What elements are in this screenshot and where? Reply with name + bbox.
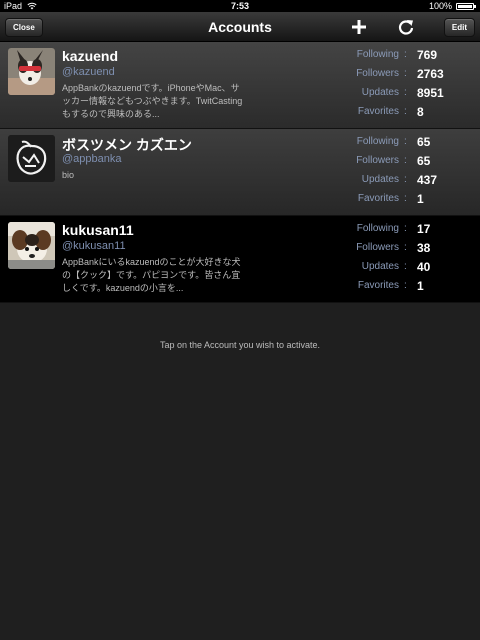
stat-label: Followers [356,68,399,79]
account-row[interactable]: kazuend @kazuend AppBankのkazuendです。iPhon… [0,42,480,129]
activation-hint: Tap on the Account you wish to activate. [159,340,321,350]
stat-value: 2763 [417,67,444,81]
stat-favorites: Favorites : 1 [340,277,470,295]
stat-following: Following : 65 [340,133,470,151]
stat-value: 1 [417,279,424,293]
stat-followers: Followers : 65 [340,152,470,170]
stat-updates: Updates : 40 [340,258,470,276]
account-name: kukusan11 [62,222,134,238]
avatar [8,222,55,269]
stat-label: Followers [356,242,399,253]
account-name: kazuend [62,48,119,64]
avatar [8,48,55,95]
stat-separator: : [404,193,407,204]
stat-followers: Followers : 38 [340,239,470,257]
stat-value: 65 [417,135,431,149]
stat-value: 1 [417,192,424,206]
stat-value: 769 [417,48,438,62]
battery-percent: 100% [428,1,452,11]
stat-label: Following [356,223,399,234]
account-handle: @kukusan11 [62,240,126,252]
stat-separator: : [404,136,407,147]
clock: 7:53 [230,1,249,11]
stat-value: 437 [417,173,438,187]
stat-label: Favorites [357,106,399,117]
stat-separator: : [404,223,407,234]
account-row[interactable]: kukusan11 @kukusan11 AppBankにいるkazuendのこ… [0,216,480,303]
account-bio: AppBankのkazuendです。iPhoneやMac、サッカー情報などもつぶ… [62,83,243,119]
stat-value: 65 [417,154,431,168]
stat-favorites: Favorites : 8 [340,103,470,121]
stat-following: Following : 769 [340,46,470,64]
avatar [8,135,55,182]
edit-button[interactable]: Edit [443,18,475,37]
stat-label: Favorites [357,280,399,291]
stat-label: Following [356,136,399,147]
stat-value: 17 [417,222,431,236]
stat-value: 40 [417,260,431,274]
account-row[interactable]: ボスツメン カズエン @appbanka bio Following : 65 … [0,129,480,216]
stat-value: 8 [417,105,424,119]
stat-separator: : [404,280,407,291]
stat-value: 38 [417,241,431,255]
stat-favorites: Favorites : 1 [340,190,470,208]
account-handle: @appbanka [62,153,122,165]
stat-followers: Followers : 2763 [340,65,470,83]
account-name: ボスツメン カズエン [62,137,192,153]
navigation-bar: Close Accounts Edit [0,12,480,42]
stat-separator: : [404,174,407,185]
stat-label: Following [356,49,399,60]
stat-separator: : [404,155,407,166]
refresh-icon[interactable] [396,17,416,37]
stat-updates: Updates : 8951 [340,84,470,102]
stat-separator: : [404,87,407,98]
stat-value: 8951 [417,86,444,100]
stat-following: Following : 17 [340,220,470,238]
stat-separator: : [404,242,407,253]
stat-separator: : [404,106,407,117]
stat-updates: Updates : 437 [340,171,470,189]
stat-separator: : [404,68,407,79]
account-handle: @kazuend [62,66,115,78]
account-bio: AppBankにいるkazuendのことが大好きな犬の【クック】です。パピヨンで… [62,257,241,293]
stat-label: Favorites [357,193,399,204]
stat-label: Followers [356,155,399,166]
plus-icon[interactable] [349,17,369,37]
account-bio: bio [62,170,75,180]
battery-icon [456,3,476,10]
stat-label: Updates [361,174,399,185]
stat-separator: : [404,261,407,272]
status-bar: iPad 7:53 100% [0,0,480,12]
stat-label: Updates [361,261,399,272]
stat-label: Updates [361,87,399,98]
stat-separator: : [404,49,407,60]
